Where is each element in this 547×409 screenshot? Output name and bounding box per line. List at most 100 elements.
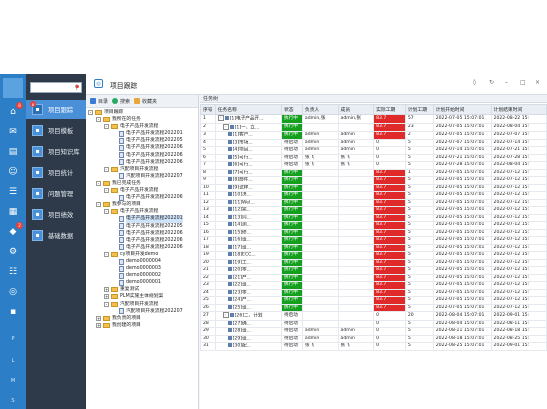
table-row[interactable]: 1- [1]电子产品开... 执行中 admin,张 admin,张 83.7 57 2022… xyxy=(200,114,547,124)
globe-rail-icon[interactable]: ◎ xyxy=(5,284,21,300)
table-row[interactable]: 28 [27]确... 待启动 0 5 2022-08-04 15:07:01 2022-0… xyxy=(200,319,547,328)
nav-item[interactable]: ▪ 项目统计 xyxy=(26,163,86,182)
table-row[interactable]: 10 [9]试样... 执行中 83.7 5 2022-07-05 15:07:01 202… xyxy=(200,183,547,192)
table-row[interactable]: 7 [6]可行... 待启动 张飞 张飞 0 5 2022-07-28 15:07:01 202… xyxy=(200,161,547,170)
task-name-cell[interactable]: [10]决... xyxy=(214,191,283,200)
task-name-cell[interactable]: [24]产... xyxy=(214,296,283,305)
tree-node[interactable]: - 汽配项目开发流程 xyxy=(86,166,198,173)
table-row[interactable]: 23 [22]设... 执行中 83.7 5 2022-07-05 15:07:01 202… xyxy=(200,281,547,290)
column-header[interactable]: 计划开始时间 xyxy=(432,104,492,115)
task-name-cell[interactable]: [28]设... xyxy=(214,327,283,336)
collapse-icon[interactable]: - xyxy=(104,209,109,215)
task-name-cell[interactable]: [17]设... xyxy=(214,243,283,252)
rail-letter[interactable]: L xyxy=(0,358,26,364)
task-name-cell[interactable]: [11]Wel... xyxy=(214,198,283,207)
collapse-icon[interactable]: - xyxy=(104,166,109,172)
table-row[interactable]: 26 [25]设... 执行中 83.7 5 2022-07-05 15:07:01 202… xyxy=(200,303,547,312)
search-button[interactable]: 搜索 xyxy=(112,98,130,105)
nav-item[interactable]: ▪ 问题管理 xyxy=(26,184,86,203)
nav-item[interactable]: ▪ 项目绩效 xyxy=(26,205,86,224)
table-row[interactable]: 9 [8]部件... 执行中 83.7 5 2022-07-05 15:07:01 2022… xyxy=(200,176,547,185)
column-header[interactable]: 序号 xyxy=(200,104,216,115)
close-icon[interactable]: × xyxy=(535,79,540,86)
task-name-cell[interactable]: [15]修... xyxy=(214,228,283,237)
settings-rail-icon[interactable]: ⚙ xyxy=(5,244,21,260)
tree-node[interactable]: + 我负责的项目 xyxy=(86,315,198,322)
task-name-cell[interactable]: [6]可行... xyxy=(214,161,283,170)
minimize-icon[interactable]: – xyxy=(505,79,508,86)
task-name-cell[interactable]: [30]配... xyxy=(214,342,283,351)
tree-node[interactable]: - 我参与的项目 xyxy=(86,201,198,208)
table-row[interactable]: 27- [26]二、计划 待启动 0 20 2022-08-04 15:07:01 2022… xyxy=(200,311,547,321)
task-name-cell[interactable]: [23]零... xyxy=(214,288,283,297)
nav-item[interactable]: ▪ 8 项目跟踪 xyxy=(26,100,86,119)
column-header[interactable]: 状态 xyxy=(281,104,303,115)
collapse-icon[interactable]: - xyxy=(104,301,109,307)
table-row[interactable]: 6 [5]可行... 待启动 张飞 张飞 0 5 2022-07-21 15:07:01 202… xyxy=(200,153,547,162)
grid-rail-icon[interactable]: ▪ xyxy=(5,304,21,320)
nav-item[interactable]: ▪ 项目知识库 xyxy=(26,142,86,161)
task-name-cell[interactable]: [29]设... xyxy=(214,334,283,343)
task-name-cell[interactable]: [14]测... xyxy=(214,221,283,230)
collapse-icon[interactable]: - xyxy=(222,312,229,318)
table-row[interactable]: 4 [3]市场... 待启动 admin admin 0 5 2022-07-07 15:07… xyxy=(200,138,547,147)
table-row[interactable]: 17 [16]设... 执行中 83.7 5 2022-07-05 15:07:01 202… xyxy=(200,236,547,245)
collapse-icon[interactable]: - xyxy=(104,188,109,194)
rail-letter[interactable]: M xyxy=(0,378,26,384)
table-row[interactable]: 21 [20]零... 执行中 83.7 5 2022-07-05 15:07:01 202… xyxy=(200,266,547,275)
task-name-cell[interactable]: [8]部件... xyxy=(214,176,283,185)
task-name-cell[interactable]: [12]完... xyxy=(214,206,283,215)
rail-letter[interactable]: P xyxy=(0,336,26,342)
tree-node[interactable]: + 我创建的项目 xyxy=(86,322,198,329)
collapse-icon[interactable]: - xyxy=(104,251,109,257)
tree-node[interactable]: 电子产品开发流程202206 xyxy=(86,244,198,251)
folder-rail-icon[interactable]: ▦ xyxy=(5,204,21,220)
user-rail-icon[interactable]: ☺ xyxy=(5,164,21,180)
tree-node[interactable]: - 我已完成任务 xyxy=(86,180,198,187)
catalog-button[interactable]: 目录 xyxy=(90,98,108,105)
table-row[interactable]: 16 [15]修... 执行中 83.7 5 2022-07-05 15:07:01 202… xyxy=(200,228,547,237)
table-row[interactable]: 30 [29]设... 待启动 admin admin 0 5 2022-08-18 15:0… xyxy=(200,334,547,343)
task-name-cell[interactable]: - [1]电子产品开... xyxy=(214,114,283,124)
task-name-cell[interactable]: [3]市场... xyxy=(214,138,283,147)
table-row[interactable]: 8 [7]可行... 执行中 83.7 1 2022-07-05 15:07:01 2022… xyxy=(200,168,547,177)
column-header[interactable]: 任务名称 xyxy=(214,104,283,115)
table-row[interactable]: 25 [24]产... 执行中 83.7 5 2022-07-05 15:07:01 202… xyxy=(200,296,547,305)
tree-node[interactable]: demo0000003 xyxy=(86,265,198,272)
tree-node[interactable]: + 重复测试 xyxy=(86,286,198,293)
tree-node[interactable]: demo0000001 xyxy=(86,279,198,286)
nav-item[interactable]: ▪ 项目模板 xyxy=(26,121,86,140)
table-row[interactable]: 5 [4]项目... 待启动 admin admin 0 5 2022-07-14 15:07… xyxy=(200,146,547,155)
tree-node[interactable]: 电子产品开发流程202206 xyxy=(86,194,198,201)
tree-node[interactable]: - 汽配项目开发流程 xyxy=(86,301,198,308)
expand-icon[interactable]: + xyxy=(96,322,101,328)
expand-icon[interactable]: + xyxy=(96,315,101,321)
task-name-cell[interactable]: [25]设... xyxy=(214,303,283,312)
task-name-cell[interactable]: [1]客户... xyxy=(214,131,283,140)
chart-rail-icon[interactable]: ▤ xyxy=(5,144,21,160)
mail-icon[interactable]: ✉ xyxy=(5,124,21,140)
collapse-icon[interactable]: - xyxy=(88,110,93,116)
column-header[interactable]: 实际工期 xyxy=(373,104,406,115)
table-row[interactable]: 18 [17]设... 执行中 83.7 5 2022-07-05 15:07:01 202… xyxy=(200,243,547,252)
tree-node[interactable]: 电子产品开发流程202206 xyxy=(86,159,198,166)
tasks-rail-icon[interactable]: ☰ xyxy=(5,184,21,200)
table-row[interactable]: 15 [14]测... 执行中 83.7 5 2022-07-05 15:07:01 202… xyxy=(200,221,547,230)
refresh-icon[interactable]: ↻ xyxy=(489,79,494,86)
column-header[interactable]: 计划结束时间 xyxy=(490,104,547,115)
tree-node[interactable]: 电子产品开发流程202201 xyxy=(86,215,198,223)
collapse-icon[interactable]: - xyxy=(96,202,101,208)
task-name-cell[interactable]: [5]可行... xyxy=(214,153,283,162)
maximize-icon[interactable]: □ xyxy=(520,79,526,86)
nav-item[interactable]: ▪ 基础数据 xyxy=(26,226,86,245)
tree-node[interactable]: 电子产品开发流程202206 xyxy=(86,237,198,244)
tree-node[interactable]: 电子产品开发流程202205 xyxy=(86,223,198,230)
table-row[interactable]: 11 [10]决... 执行中 83.7 5 2022-07-05 15:07:01 202… xyxy=(200,191,547,200)
task-name-cell[interactable]: - [26]二、计划 xyxy=(214,311,283,321)
column-header[interactable]: 成员 xyxy=(337,104,375,115)
table-row[interactable]: 24 [23]零... 执行中 83.7 5 2022-07-05 15:07:01 202… xyxy=(200,288,547,297)
collapse-icon[interactable]: - xyxy=(96,180,101,186)
collapse-icon[interactable]: - xyxy=(222,123,229,130)
task-name-cell[interactable]: [22]设... xyxy=(214,281,283,290)
table-row[interactable]: 13 [12]完... 执行中 83.7 5 2022-07-05 15:07:01 202… xyxy=(200,206,547,215)
